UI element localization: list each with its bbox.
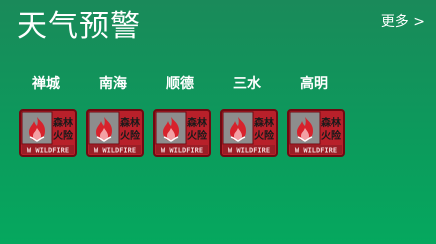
wildfire-warning-badge[interactable]: 森林 火险 W WILDFIRE xyxy=(19,109,77,157)
wildfire-warning-badge[interactable]: 森林 火险 W WILDFIRE xyxy=(86,109,144,157)
badge-caption: W WILDFIRE xyxy=(228,147,270,155)
weather-warning-panel: 天气预警 更多 > 禅城 南海 顺德 三水 高明 森林 火险 W WILDFIRE 森… xyxy=(0,0,436,244)
badge-line1: 森林 xyxy=(119,116,141,129)
badge-line1: 森林 xyxy=(253,116,275,129)
badge-caption: W WILDFIRE xyxy=(27,147,69,155)
badge-caption: W WILDFIRE xyxy=(161,147,203,155)
warning-badges: 森林 火险 W WILDFIRE 森林 火险 W WILDFIRE 森林 火险 W WILDFI… xyxy=(19,109,349,157)
region-tab-nanhai[interactable]: 南海 xyxy=(86,74,140,94)
badge-line2: 火险 xyxy=(254,129,275,142)
wildfire-warning-badge[interactable]: 森林 火险 W WILDFIRE xyxy=(220,109,278,157)
badge-line2: 火险 xyxy=(53,129,74,142)
badge-caption: W WILDFIRE xyxy=(295,147,337,155)
wildfire-warning-badge[interactable]: 森林 火险 W WILDFIRE xyxy=(153,109,211,157)
wildfire-warning-badge[interactable]: 森林 火险 W WILDFIRE xyxy=(287,109,345,157)
more-link[interactable]: 更多 > xyxy=(381,12,425,32)
page-title: 天气预警 xyxy=(17,9,141,44)
badge-line2: 火险 xyxy=(120,129,141,142)
region-tab-shunde[interactable]: 顺德 xyxy=(153,74,207,94)
badge-line2: 火险 xyxy=(321,129,342,142)
badge-line1: 森林 xyxy=(52,116,74,129)
badge-line1: 森林 xyxy=(186,116,208,129)
region-tab-chancheng[interactable]: 禅城 xyxy=(19,74,73,94)
region-tabs: 禅城 南海 顺德 三水 高明 xyxy=(19,74,349,94)
region-tab-sanshui[interactable]: 三水 xyxy=(220,74,274,94)
badge-line1: 森林 xyxy=(320,116,342,129)
badge-caption: W WILDFIRE xyxy=(94,147,136,155)
region-tab-gaoming[interactable]: 高明 xyxy=(287,74,341,94)
badge-line2: 火险 xyxy=(187,129,208,142)
